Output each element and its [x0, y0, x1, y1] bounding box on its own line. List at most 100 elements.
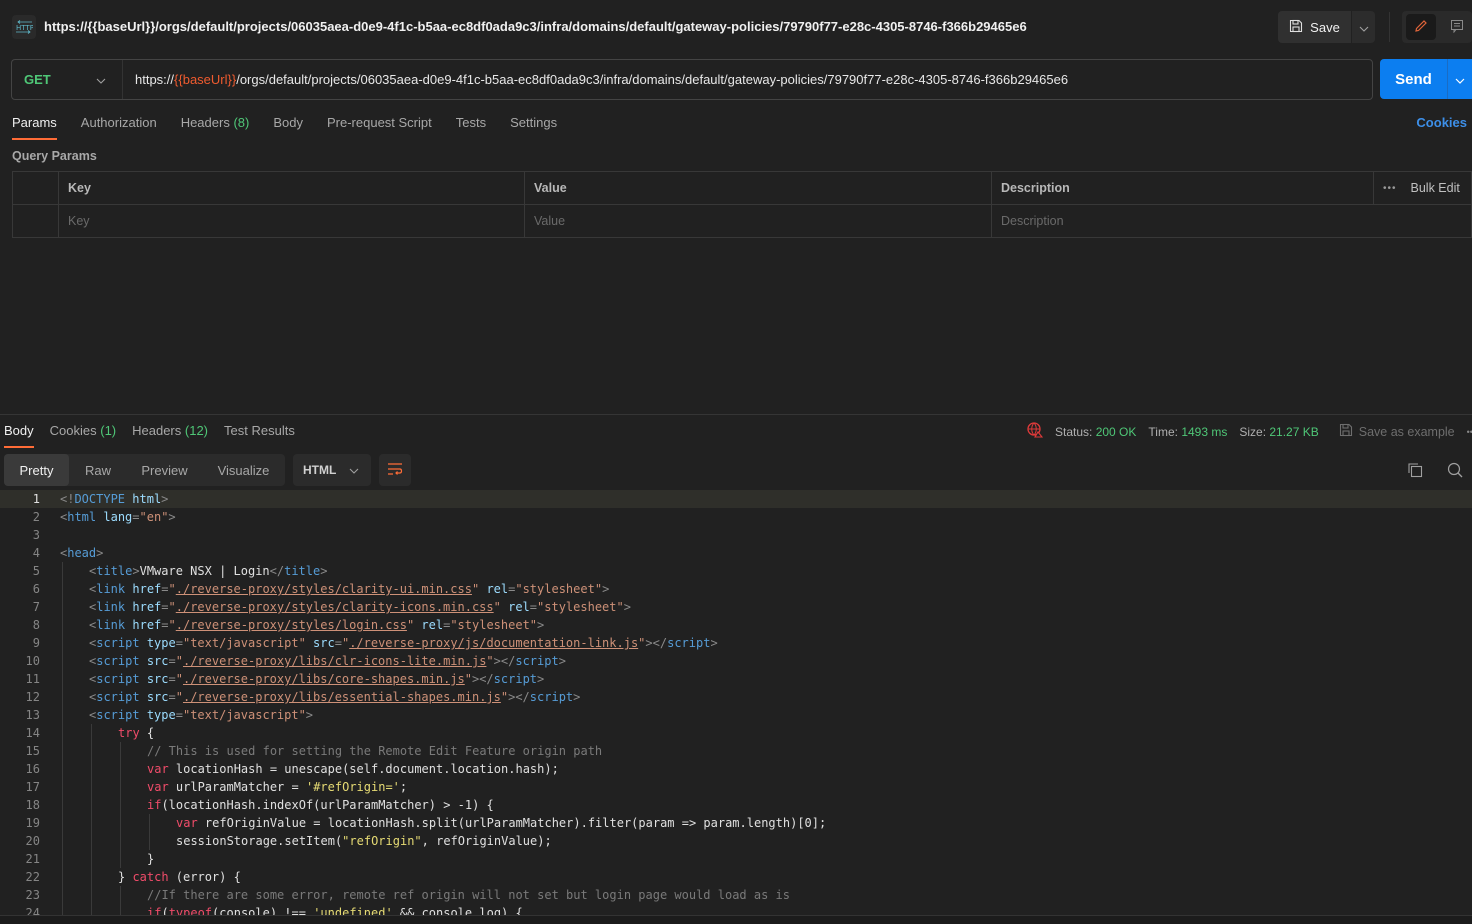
- tab-headers[interactable]: Headers (8): [181, 112, 250, 140]
- code-line: 11 <script src="./reverse-proxy/libs/core…: [0, 670, 1472, 688]
- indent-guide: [120, 850, 121, 868]
- code-line: 3: [0, 526, 1472, 544]
- code-token: script: [96, 636, 140, 650]
- more-options-icon[interactable]: ••: [1467, 427, 1472, 437]
- chevron-down-icon: [96, 72, 106, 87]
- line-number: 6: [32, 582, 40, 596]
- time-label: Time:: [1148, 424, 1178, 439]
- code-token: "refOrigin": [342, 834, 422, 848]
- code-token[interactable]: ./reverse-proxy/styles/login.css: [176, 618, 407, 632]
- code-token[interactable]: ./reverse-proxy/libs/clr-icons-lite.min.…: [183, 654, 486, 668]
- save-icon: [1339, 423, 1353, 440]
- code-token[interactable]: ./reverse-proxy/js/documentation-link.js: [349, 636, 638, 650]
- line-number: 4: [32, 546, 40, 560]
- code-token: var: [147, 780, 169, 794]
- code-line: 24 if(typeof(console) !== 'undefined' && …: [0, 904, 1472, 915]
- view-visualize[interactable]: Visualize: [202, 454, 285, 486]
- url-variable[interactable]: {{baseUrl}}: [174, 72, 236, 87]
- checkbox-column: [12, 171, 59, 205]
- wrap-lines-button[interactable]: [379, 454, 411, 486]
- code-line: 5 <title>VMware NSX | Login</title>: [0, 562, 1472, 580]
- code-line: 9 <script type="text/javascript" src="./r…: [0, 634, 1472, 652]
- indent-guide: [91, 886, 92, 904]
- code-token: =: [168, 672, 176, 686]
- tab-pre-request-script[interactable]: Pre-request Script: [327, 112, 432, 140]
- bulk-edit-button[interactable]: Bulk Edit: [1411, 181, 1460, 195]
- code-token: head: [67, 546, 97, 560]
- indent-guide: [62, 832, 63, 850]
- code-token[interactable]: ./reverse-proxy/libs/core-shapes.min.js: [183, 672, 465, 686]
- line-number: 14: [25, 726, 40, 740]
- view-preview[interactable]: Preview: [127, 454, 202, 486]
- tab-settings[interactable]: Settings: [510, 112, 557, 140]
- code-token: href: [132, 618, 162, 632]
- comment-icon: [1450, 19, 1464, 36]
- indent-guide: [91, 850, 92, 868]
- view-raw[interactable]: Raw: [69, 454, 127, 486]
- tab-body[interactable]: Body: [273, 112, 303, 140]
- code-token[interactable]: ./reverse-proxy/styles/clarity-ui.min.cs…: [176, 582, 472, 596]
- save-example-label: Save as example: [1358, 424, 1455, 439]
- code-token[interactable]: ./reverse-proxy/styles/clarity-icons.min…: [176, 600, 494, 614]
- response-body-viewer[interactable]: 1 <!DOCTYPE html> 2 <html lang="en"> 3 4 <head…: [0, 490, 1472, 915]
- indent-guide: [120, 796, 121, 814]
- tab-params[interactable]: Params: [12, 112, 57, 140]
- tab-response-body[interactable]: Body: [4, 420, 34, 448]
- edit-mode-button[interactable]: [1406, 14, 1436, 40]
- code-line: 2 <html lang="en">: [0, 508, 1472, 526]
- save-dropdown-button[interactable]: [1352, 11, 1375, 43]
- description-input[interactable]: Description: [991, 204, 1472, 238]
- tab-test-results[interactable]: Test Results: [224, 420, 295, 448]
- code-line: 16 var locationHash = unescape(self.docum…: [0, 760, 1472, 778]
- code-token: try: [118, 726, 140, 740]
- search-icon[interactable]: [1447, 462, 1463, 481]
- tab-authorization[interactable]: Authorization: [81, 112, 157, 140]
- tab-response-headers[interactable]: Headers (12): [132, 420, 208, 448]
- save-as-example-button[interactable]: Save as example: [1339, 423, 1455, 440]
- response-format-select[interactable]: HTML: [293, 454, 371, 486]
- tab-label: Tests: [455, 115, 487, 130]
- request-title[interactable]: https://{{baseUrl}}/orgs/default/project…: [44, 19, 1027, 34]
- comments-mode-button[interactable]: [1442, 14, 1472, 40]
- copy-icon[interactable]: [1407, 462, 1423, 481]
- save-button[interactable]: Save: [1278, 11, 1351, 43]
- code-token: "stylesheet": [450, 618, 538, 632]
- code-text: sessionStorage.setItem("refOrigin", refO…: [40, 832, 552, 850]
- time-readout[interactable]: Time: 1493 ms: [1148, 425, 1227, 439]
- code-text: } catch (error) {: [40, 868, 241, 886]
- method-select[interactable]: GET: [12, 60, 123, 99]
- request-title-bar: HTTP https://{{baseUrl}}/orgs/default/pr…: [0, 0, 1472, 55]
- code-token: >: [320, 564, 328, 578]
- code-token: script: [667, 636, 711, 650]
- key-input[interactable]: Key: [58, 204, 525, 238]
- tab-tests[interactable]: Tests: [456, 112, 486, 140]
- status-bar: [0, 915, 1472, 924]
- url-input[interactable]: https://{{baseUrl}}/orgs/default/project…: [123, 72, 1068, 87]
- column-header-value: Value: [524, 171, 992, 205]
- indent-guide: [62, 778, 63, 796]
- value-input[interactable]: Value: [524, 204, 992, 238]
- more-options-icon[interactable]: •••: [1383, 183, 1397, 194]
- code-token: link: [96, 582, 126, 596]
- view-pretty[interactable]: Pretty: [4, 454, 69, 486]
- code-token: refOriginValue = locationHash.split(urlP…: [197, 816, 827, 830]
- cookies-link[interactable]: Cookies: [1416, 115, 1467, 130]
- code-line: 17 var urlParamMatcher = '#refOrigin=';: [0, 778, 1472, 796]
- code-text: <link href="./reverse-proxy/styles/login…: [40, 616, 544, 634]
- status-readout[interactable]: Status: 200 OK: [1055, 425, 1136, 439]
- network-globe-icon[interactable]: [1027, 422, 1044, 441]
- code-token: >: [602, 582, 610, 596]
- send-button[interactable]: Send: [1380, 59, 1447, 99]
- code-token: ": [493, 600, 501, 614]
- size-label: Size:: [1239, 424, 1267, 439]
- code-token: }: [118, 870, 133, 884]
- code-token[interactable]: ./reverse-proxy/libs/essential-shapes.mi…: [183, 690, 501, 704]
- code-line: 12 <script src="./reverse-proxy/libs/esse…: [0, 688, 1472, 706]
- pane-resize-handle[interactable]: [0, 414, 1472, 415]
- tab-response-cookies[interactable]: Cookies (1): [50, 420, 116, 448]
- size-readout[interactable]: Size: 21.27 KB: [1239, 425, 1318, 439]
- code-token: 'undefined': [313, 906, 393, 915]
- query-params-heading: Query Params: [12, 149, 97, 163]
- send-dropdown-button[interactable]: [1447, 59, 1472, 99]
